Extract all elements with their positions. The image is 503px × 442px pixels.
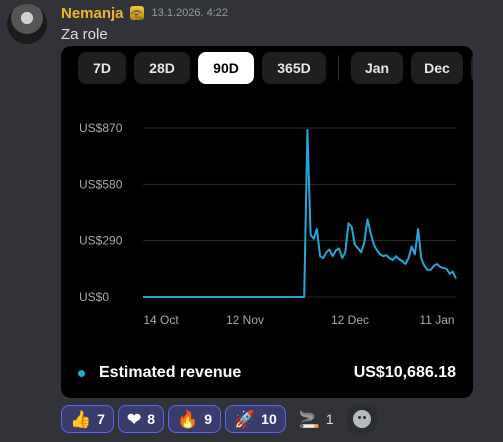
message-text: Za role [61, 26, 108, 43]
username[interactable]: Nemanja [61, 5, 124, 22]
smiley-icon [352, 410, 371, 428]
message-header: Nemanja 𓂀 13.1.2026. 4:22 [61, 4, 228, 22]
reaction-count: 8 [147, 411, 156, 427]
reaction-button[interactable]: 🔥 9 [168, 405, 221, 433]
x-tick-label: 12 Nov [226, 313, 264, 327]
reactions-bar: 👍 7 ❤ 8 🔥 9 🚀 10 🚬 1 [61, 405, 377, 433]
tab-90d[interactable]: 90D [198, 52, 254, 84]
tab-365d[interactable]: 365D [262, 52, 326, 84]
reaction-button[interactable]: ❤ 8 [117, 405, 165, 433]
range-tabs: 7D 28D 90D 365D Jan Dec [78, 52, 473, 84]
reaction-button[interactable]: 🚬 1 [290, 405, 343, 433]
tab-28d[interactable]: 28D [134, 52, 190, 84]
revenue-line-chart: US$870 US$580 US$290 US$0 14 Oct 12 Nov 12 Dec… [79, 121, 457, 327]
timestamp: 13.1.2026. 4:22 [151, 7, 228, 19]
revenue-total: US$10,686.18 [353, 364, 456, 381]
chart-legend: Estimated revenue US$10,686.18 [78, 364, 456, 382]
tab-more[interactable] [471, 52, 473, 84]
rocket-icon: 🚀 [233, 409, 256, 429]
fire-icon: 🔥 [177, 409, 199, 429]
reaction-count: 1 [325, 411, 334, 427]
avatar[interactable] [7, 4, 47, 44]
reaction-button[interactable]: 👍 7 [61, 405, 114, 433]
y-tick-label: US$580 [79, 177, 123, 191]
tab-jan[interactable]: Jan [351, 52, 403, 84]
y-tick-label: US$0 [79, 290, 109, 304]
reaction-button[interactable]: 🚀 10 [224, 405, 286, 433]
tab-7d[interactable]: 7D [78, 52, 126, 84]
reaction-count: 10 [261, 411, 277, 427]
x-tick-label: 14 Oct [143, 313, 179, 327]
x-tick-label: 11 Jan [419, 313, 454, 327]
reaction-count: 9 [204, 411, 212, 427]
tab-dec[interactable]: Dec [411, 52, 463, 84]
y-tick-label: US$290 [79, 234, 123, 248]
heart-icon: ❤ [126, 409, 142, 429]
legend-dot [78, 369, 85, 377]
legend-label: Estimated revenue [99, 364, 242, 381]
revenue-embed: 7D 28D 90D 365D Jan Dec US$870 US$580 US$2… [61, 46, 473, 398]
revenue-series-line [143, 128, 457, 298]
reaction-count: 7 [97, 411, 105, 427]
tab-divider [338, 55, 339, 81]
y-tick-label: US$870 [79, 121, 123, 135]
thumbs-up-icon: 👍 [70, 409, 92, 429]
cigarette-icon: 🚬 [298, 409, 320, 429]
x-tick-label: 12 Dec [331, 313, 369, 327]
pharaoh-icon[interactable]: 𓂀 [129, 6, 144, 20]
add-reaction-button[interactable] [346, 405, 377, 433]
